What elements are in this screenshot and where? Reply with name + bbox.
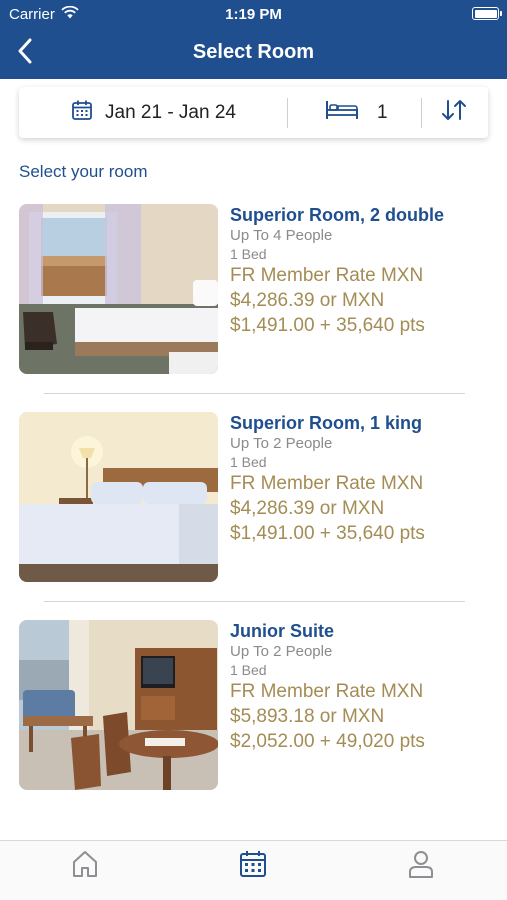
rate-points: $2,052.00 + 49,020 pts	[230, 731, 425, 752]
date-range-selector[interactable]: Jan 21 - Jan 24	[71, 87, 236, 138]
room-beds: 1 Bed	[230, 662, 267, 678]
rate-price: $4,286.39 or MXN	[230, 290, 385, 311]
page-title: Select Room	[192, 41, 315, 63]
room-photo	[19, 204, 218, 374]
room-photo	[19, 620, 218, 790]
bed-count: 1	[377, 101, 388, 123]
room-name: Superior Room, 2 double	[230, 205, 445, 225]
calendar-icon	[71, 99, 93, 126]
room-name: Junior Suite	[230, 621, 335, 641]
rate-label: FR Member Rate MXN	[230, 265, 424, 286]
room-card[interactable]: Superior Room, 1 king Up To 2 People 1 B…	[19, 412, 479, 584]
room-photo	[19, 412, 218, 582]
room-beds: 1 Bed	[230, 454, 267, 470]
divider	[287, 98, 288, 128]
section-label: Select your room	[19, 162, 148, 181]
room-name: Superior Room, 1 king	[230, 413, 423, 433]
profile-icon	[407, 849, 435, 884]
battery-icon	[472, 7, 502, 20]
rate-label: FR Member Rate MXN	[230, 681, 424, 702]
room-info: Superior Room, 2 double Up To 4 People 1…	[230, 204, 480, 338]
room-beds: 1 Bed	[230, 246, 267, 262]
divider	[421, 98, 422, 128]
beds-selector[interactable]: 1	[325, 87, 388, 138]
bed-icon	[325, 99, 359, 126]
search-summary-card: Jan 21 - Jan 24 1	[19, 87, 488, 138]
rate-price: $4,286.39 or MXN	[230, 498, 385, 519]
room-capacity: Up To 4 People	[230, 227, 333, 244]
room-capacity: Up To 2 People	[230, 643, 333, 660]
sort-button[interactable]	[439, 87, 469, 138]
calendar-icon	[239, 849, 267, 884]
app-header: Carrier 1:19 PM Select Room	[0, 0, 507, 79]
date-range-text: Jan 21 - Jan 24	[105, 101, 236, 123]
room-capacity: Up To 2 People	[230, 435, 333, 452]
tab-home[interactable]	[68, 849, 102, 883]
room-info: Superior Room, 1 king Up To 2 People 1 B…	[230, 412, 480, 546]
tab-profile[interactable]	[404, 849, 438, 883]
tab-bookings[interactable]	[236, 849, 270, 883]
room-card[interactable]: Junior Suite Up To 2 People 1 Bed FR Mem…	[19, 620, 479, 792]
home-icon	[71, 849, 99, 884]
rate-points: $1,491.00 + 35,640 pts	[230, 315, 425, 336]
room-card[interactable]: Superior Room, 2 double Up To 4 People 1…	[19, 204, 479, 376]
rate-label: FR Member Rate MXN	[230, 473, 424, 494]
status-time: 1:19 PM	[225, 6, 282, 23]
divider	[44, 393, 465, 394]
divider	[44, 601, 465, 602]
tab-bar	[0, 840, 507, 900]
status-bar: Carrier 1:19 PM	[0, 0, 507, 28]
rate-points: $1,491.00 + 35,640 pts	[230, 523, 425, 544]
rate-price: $5,893.18 or MXN	[230, 706, 385, 727]
sort-icon	[441, 99, 467, 126]
room-info: Junior Suite Up To 2 People 1 Bed FR Mem…	[230, 620, 480, 754]
